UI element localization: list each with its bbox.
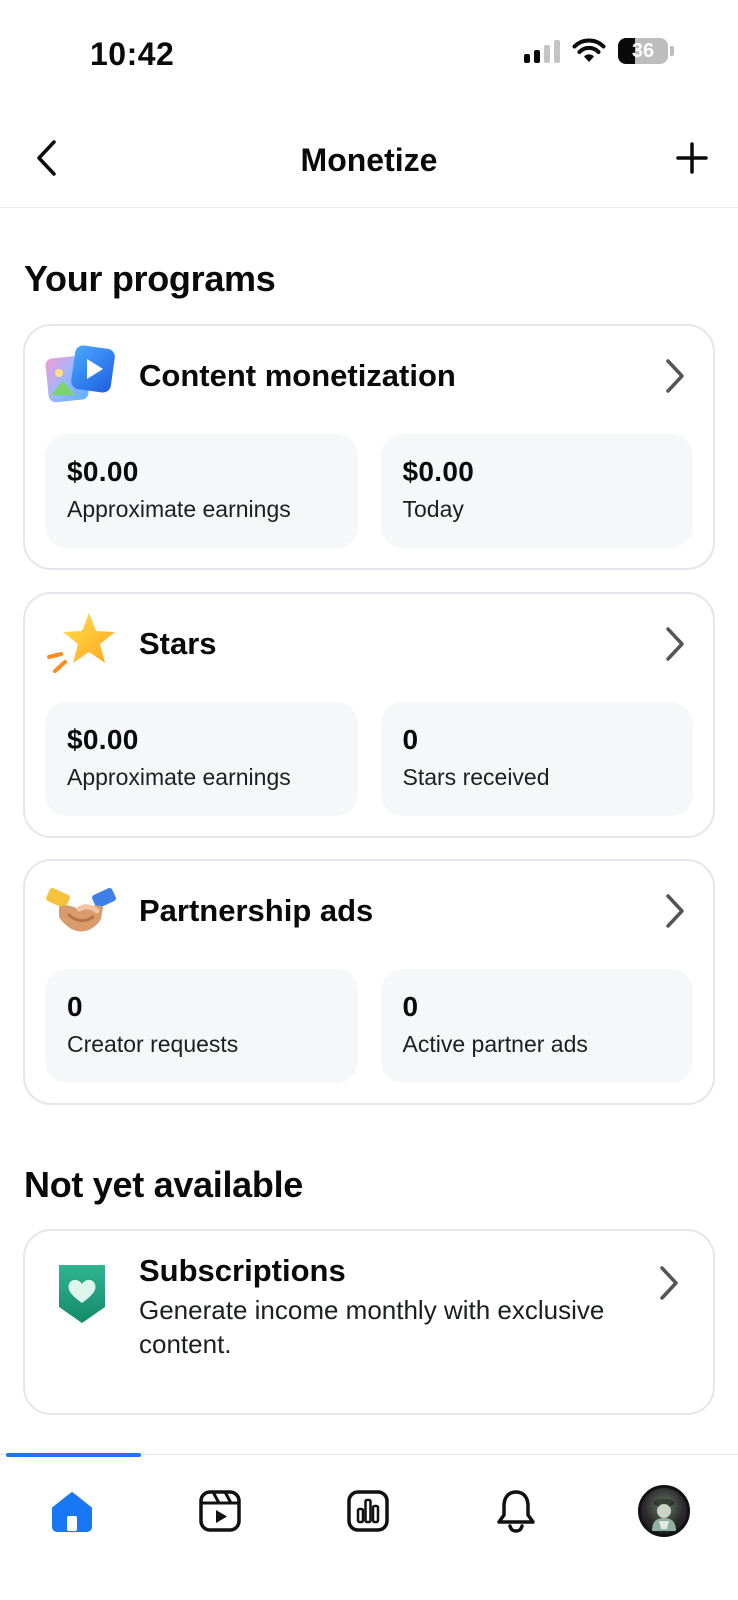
stats-row: $0.00 Approximate earnings $0.00 Today xyxy=(45,434,693,548)
bell-icon xyxy=(497,1490,535,1533)
stat-tile: 0 Stars received xyxy=(380,702,693,816)
stat-value: $0.00 xyxy=(67,456,139,487)
handshake-icon xyxy=(45,879,117,943)
stat-value: $0.00 xyxy=(402,456,475,487)
subscriptions-body: Subscriptions Generate income monthly wi… xyxy=(139,1253,633,1361)
stat-value: 0 xyxy=(402,991,419,1022)
stats-row: 0 Creator requests 0 Active partner ads xyxy=(45,969,693,1083)
stat-tile: $0.00 Approximate earnings xyxy=(45,702,358,816)
card-description: Generate income monthly with exclusive c… xyxy=(139,1295,605,1359)
status-time: 10:42 xyxy=(90,36,175,72)
stat-value: 0 xyxy=(402,724,419,755)
program-card-content-monetization[interactable]: Content monetization $0.00 Approximate e… xyxy=(23,324,715,570)
chevron-right-icon[interactable] xyxy=(657,356,693,396)
page-title: Monetize xyxy=(300,142,438,178)
star-icon xyxy=(45,612,117,676)
chevron-right-icon[interactable] xyxy=(651,1263,687,1303)
section-title-programs: Your programs xyxy=(24,258,276,299)
card-header: Content monetization xyxy=(45,342,693,410)
program-card-subscriptions[interactable]: Subscriptions Generate income monthly wi… xyxy=(23,1229,715,1415)
stat-label: Approximate earnings xyxy=(67,496,291,522)
card-title: Subscriptions xyxy=(139,1253,346,1288)
tab-profile[interactable] xyxy=(634,1481,694,1541)
stat-label: Active partner ads xyxy=(402,1031,588,1057)
plus-icon xyxy=(676,142,708,174)
section-title-unavailable: Not yet available xyxy=(24,1164,304,1205)
status-icons: 36 xyxy=(524,38,674,64)
card-title: Content monetization xyxy=(139,358,456,393)
home-icon xyxy=(52,1492,92,1532)
stat-label: Today xyxy=(402,496,464,522)
tab-home[interactable] xyxy=(42,1481,102,1541)
stat-label: Stars received xyxy=(402,764,550,790)
stats-row: $0.00 Approximate earnings 0 Stars recei… xyxy=(45,702,693,816)
program-card-stars[interactable]: Stars $0.00 Approximate earnings 0 Stars… xyxy=(23,592,715,838)
status-bar: 10:42 36 xyxy=(0,0,738,104)
chevron-right-icon[interactable] xyxy=(657,624,693,664)
battery-level: 36 xyxy=(631,39,655,62)
active-tab-indicator xyxy=(6,1453,141,1457)
nav-header: Monetize xyxy=(0,118,738,208)
avatar xyxy=(638,1485,690,1537)
bottom-tab-bar xyxy=(0,1453,738,1600)
reels-icon xyxy=(199,1490,241,1532)
stat-value: $0.00 xyxy=(67,724,139,755)
tab-reels[interactable] xyxy=(190,1481,250,1541)
chevron-right-icon[interactable] xyxy=(657,891,693,931)
stat-tile: $0.00 Today xyxy=(380,434,693,548)
tab-notifications[interactable] xyxy=(486,1481,546,1541)
tab-insights[interactable] xyxy=(338,1481,398,1541)
card-title: Partnership ads xyxy=(139,893,374,928)
battery-icon: 36 xyxy=(618,38,674,64)
insights-icon xyxy=(347,1490,389,1532)
stat-tile: 0 Creator requests xyxy=(45,969,358,1083)
add-button[interactable] xyxy=(670,136,714,180)
cellular-signal-icon xyxy=(524,39,560,63)
heart-shield-icon xyxy=(55,1261,109,1330)
card-header: Stars xyxy=(45,610,693,678)
stat-tile: 0 Active partner ads xyxy=(380,969,693,1083)
card-header: Partnership ads xyxy=(45,877,693,945)
stat-tile: $0.00 Approximate earnings xyxy=(45,434,358,548)
wifi-icon xyxy=(572,38,606,62)
video-photo-icon xyxy=(45,344,117,408)
stat-label: Creator requests xyxy=(67,1031,239,1057)
program-card-partnership-ads[interactable]: Partnership ads 0 Creator requests 0 Act… xyxy=(23,859,715,1105)
stat-label: Approximate earnings xyxy=(67,764,291,790)
stat-value: 0 xyxy=(67,991,83,1022)
card-title: Stars xyxy=(139,626,217,661)
